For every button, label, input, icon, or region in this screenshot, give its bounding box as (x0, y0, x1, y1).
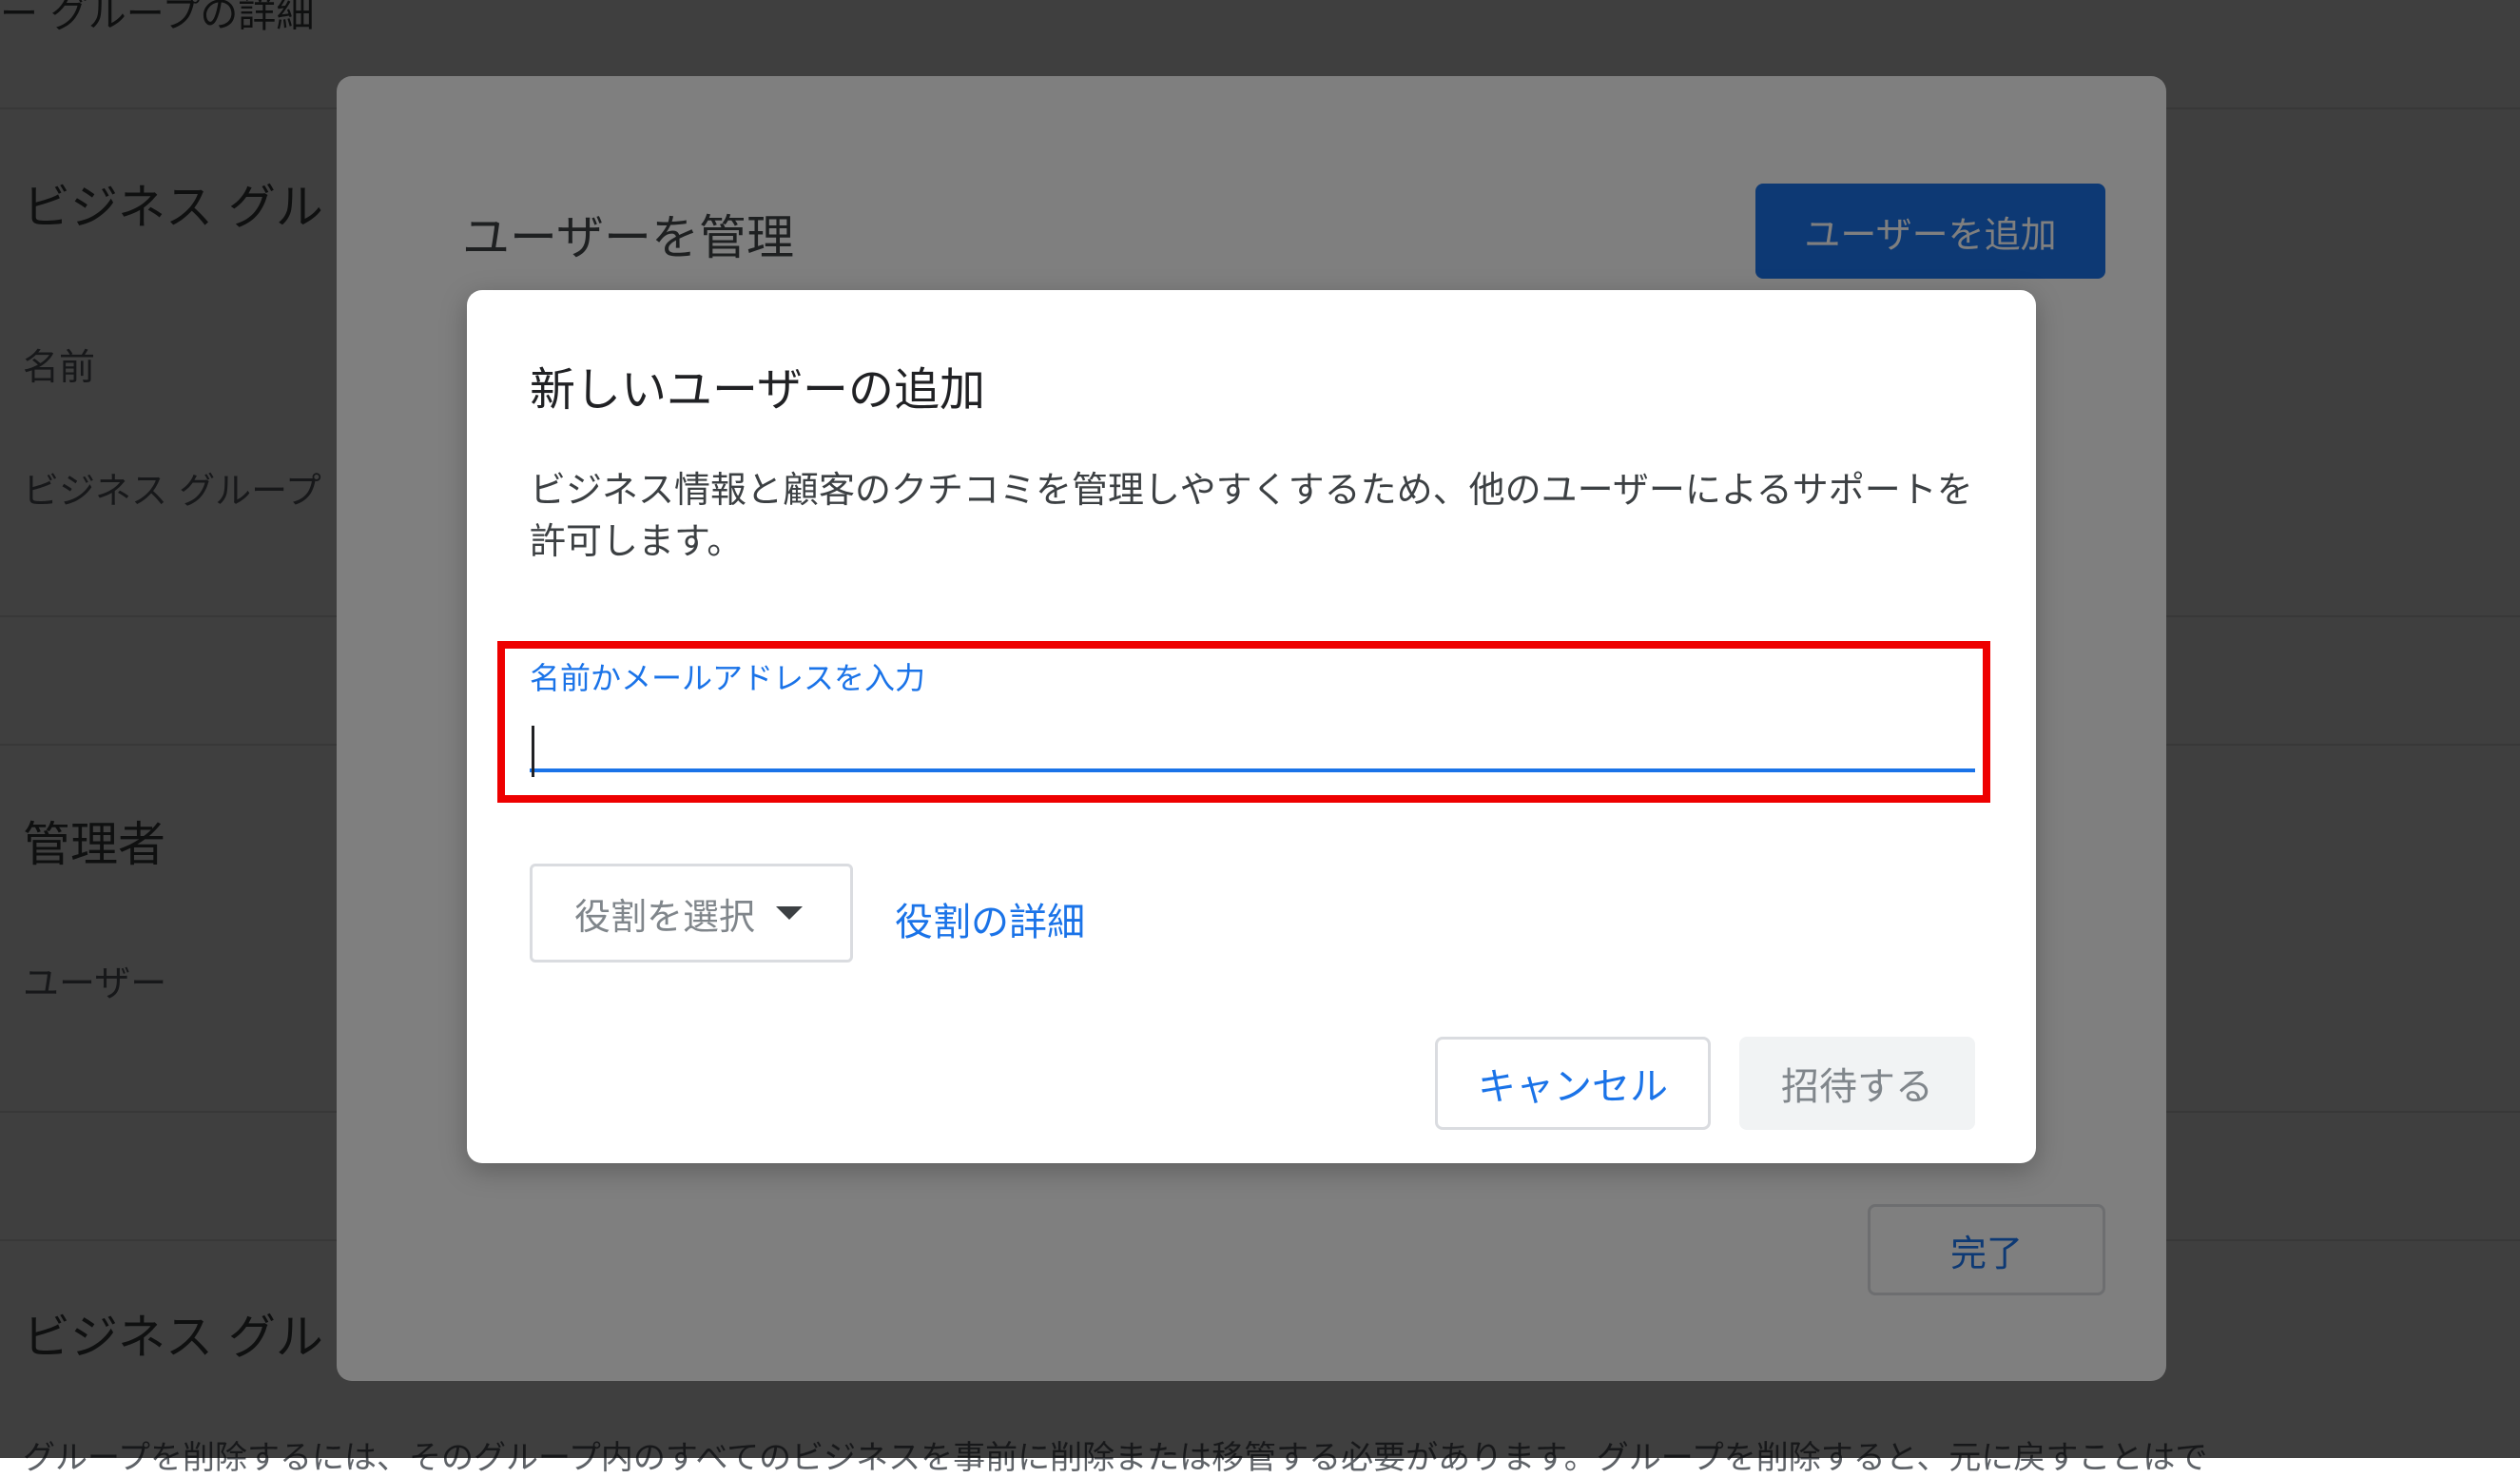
name-or-email-input[interactable] (530, 711, 1975, 772)
invite-button[interactable]: 招待する (1739, 1037, 1975, 1130)
add-new-user-dialog: 新しいユーザーの追加 ビジネス情報と顧客のクチコミを管理しやすくするため、他のユ… (467, 290, 2036, 1163)
role-select-label: 役割を選択 (574, 895, 756, 938)
role-select-dropdown[interactable]: 役割を選択 (530, 864, 853, 963)
cancel-button[interactable]: キャンセル (1435, 1037, 1711, 1130)
role-details-link[interactable]: 役割の詳細 (895, 891, 1085, 946)
chevron-down-icon (776, 906, 804, 920)
dialog-title: 新しいユーザーの追加 (530, 363, 986, 417)
text-cursor (532, 726, 534, 777)
email-field-label: 名前かメールアドレスを入力 (530, 660, 926, 696)
dialog-description: ビジネス情報と顧客のクチコミを管理しやすくするため、他のユーザーによるサポートを… (530, 469, 1973, 562)
